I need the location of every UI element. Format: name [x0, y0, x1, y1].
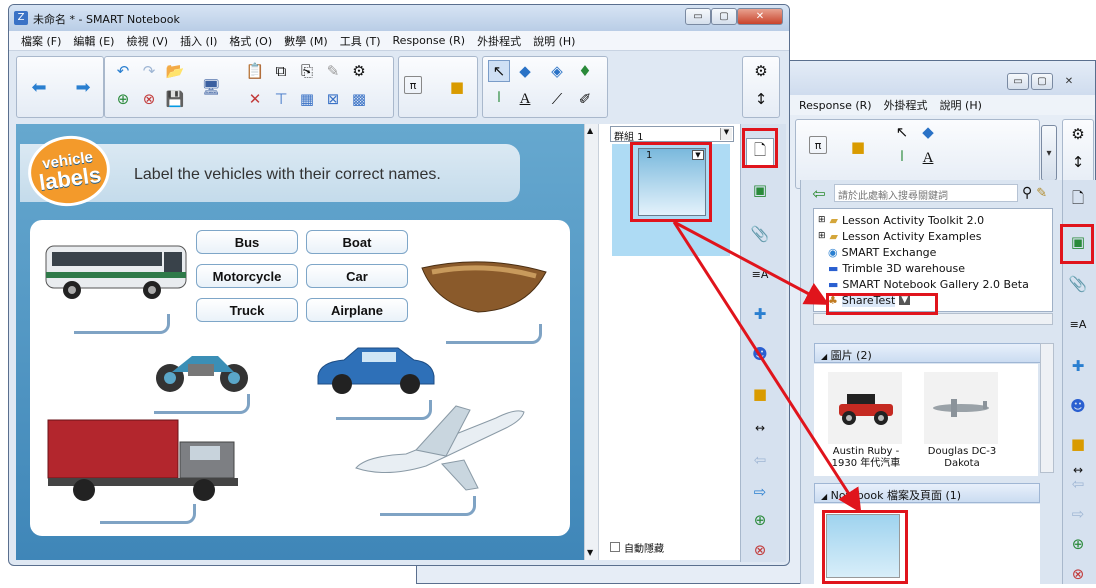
- drag-arrows: [672, 220, 862, 514]
